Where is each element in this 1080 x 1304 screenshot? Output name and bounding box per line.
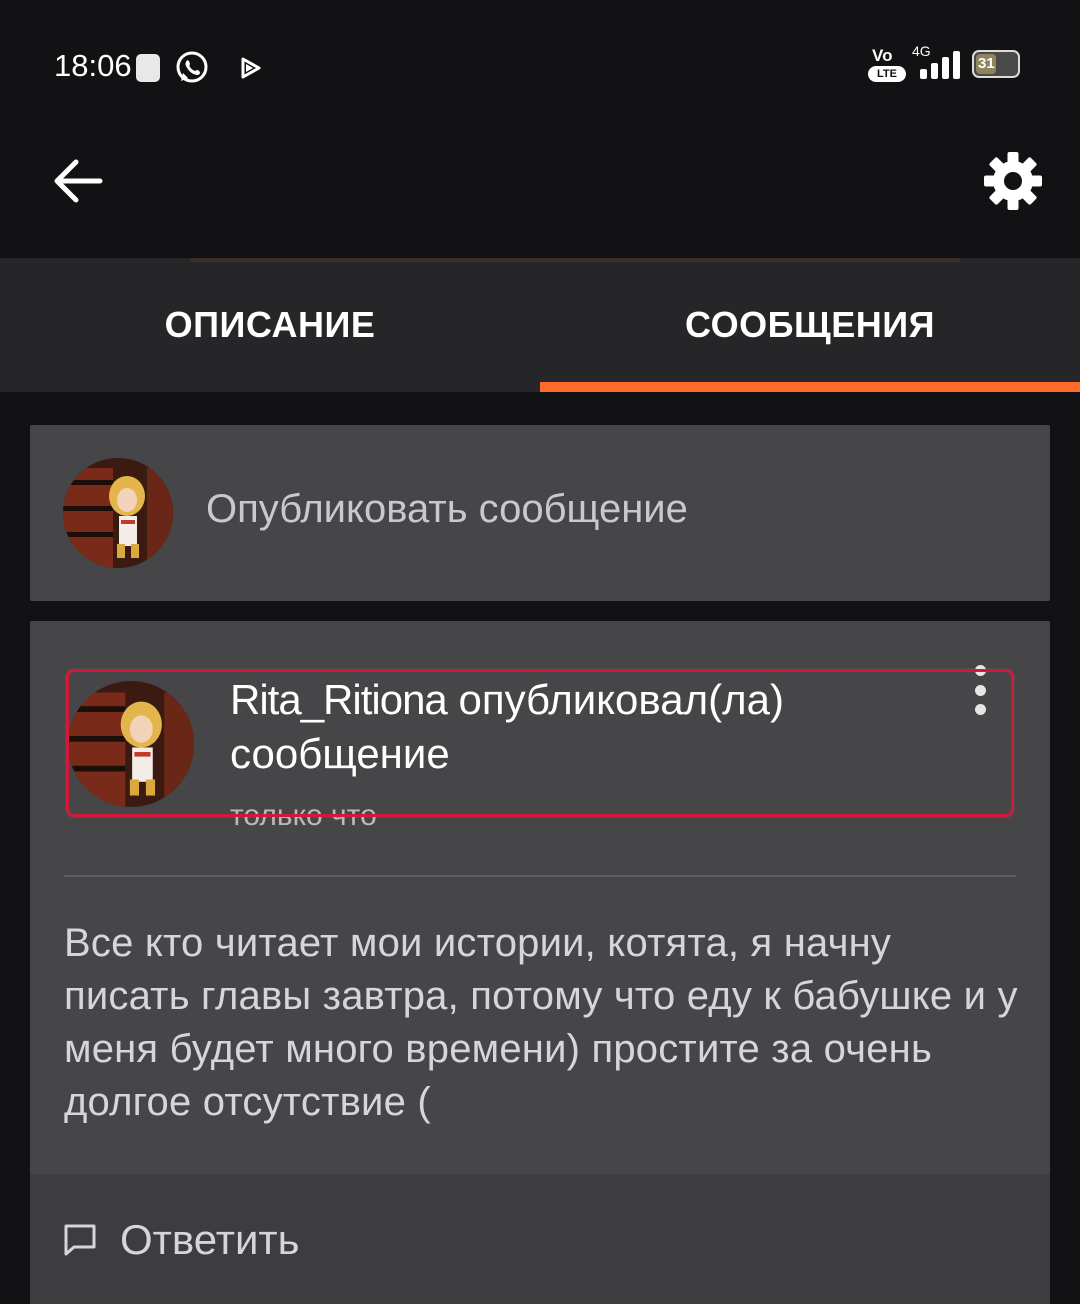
message-body: Все кто читает мои истории, котята, я на… bbox=[64, 921, 1018, 1124]
play-store-icon bbox=[241, 57, 261, 79]
notification-icons bbox=[136, 50, 264, 86]
message-header: Rita_Ritiona опубликовал(ла) сообщение bbox=[230, 673, 950, 781]
kebab-dot bbox=[974, 684, 986, 696]
lte-label: LTE bbox=[868, 66, 906, 82]
divider bbox=[64, 875, 1016, 877]
comment-icon bbox=[64, 1224, 96, 1256]
reply-label: Ответить bbox=[120, 1216, 300, 1263]
signal-icon: 4G bbox=[912, 43, 960, 79]
tab-messages[interactable]: СООБЩЕНИЯ bbox=[540, 258, 1080, 392]
arrow-left-icon bbox=[54, 159, 103, 203]
back-button[interactable] bbox=[50, 156, 106, 206]
author-avatar[interactable] bbox=[68, 681, 194, 807]
tab-bar: ОПИСАНИЕ СООБЩЕНИЯ bbox=[0, 258, 1080, 392]
notification-square-icon bbox=[136, 54, 160, 82]
battery-level: 31 bbox=[978, 55, 995, 72]
settings-button[interactable] bbox=[982, 150, 1044, 212]
message-card: Rita_Ritiona опубликовал(ла) сообщение т… bbox=[30, 621, 1050, 1304]
top-app-bar bbox=[0, 130, 1080, 256]
kebab-dot bbox=[974, 704, 986, 715]
status-bar: 18:06 Vo LTE 4G 31 bbox=[0, 0, 1080, 130]
status-time: 18:06 bbox=[54, 48, 132, 83]
reply-button[interactable]: Ответить bbox=[62, 1216, 300, 1264]
message-timestamp: только что bbox=[230, 799, 377, 832]
tab-description[interactable]: ОПИСАНИЕ bbox=[0, 258, 540, 392]
active-tab-indicator bbox=[540, 382, 1080, 392]
whatsapp-icon bbox=[176, 51, 208, 83]
volte-icon: Vo LTE bbox=[868, 44, 908, 84]
more-options-button[interactable] bbox=[966, 665, 994, 715]
kebab-dot bbox=[974, 665, 986, 676]
network-type-label: 4G bbox=[912, 43, 931, 59]
post-composer[interactable]: Опубликовать сообщение bbox=[30, 425, 1050, 601]
volte-label: Vo bbox=[872, 46, 893, 65]
gear-icon bbox=[984, 152, 1042, 210]
system-icons: Vo LTE 4G 31 bbox=[868, 43, 1020, 84]
reply-bar: Ответить bbox=[30, 1174, 1050, 1304]
avatar bbox=[63, 458, 173, 568]
author-username[interactable]: Rita_Ritiona bbox=[230, 676, 448, 723]
post-message-placeholder[interactable]: Опубликовать сообщение bbox=[206, 487, 688, 532]
battery-icon: 31 bbox=[972, 50, 1020, 78]
